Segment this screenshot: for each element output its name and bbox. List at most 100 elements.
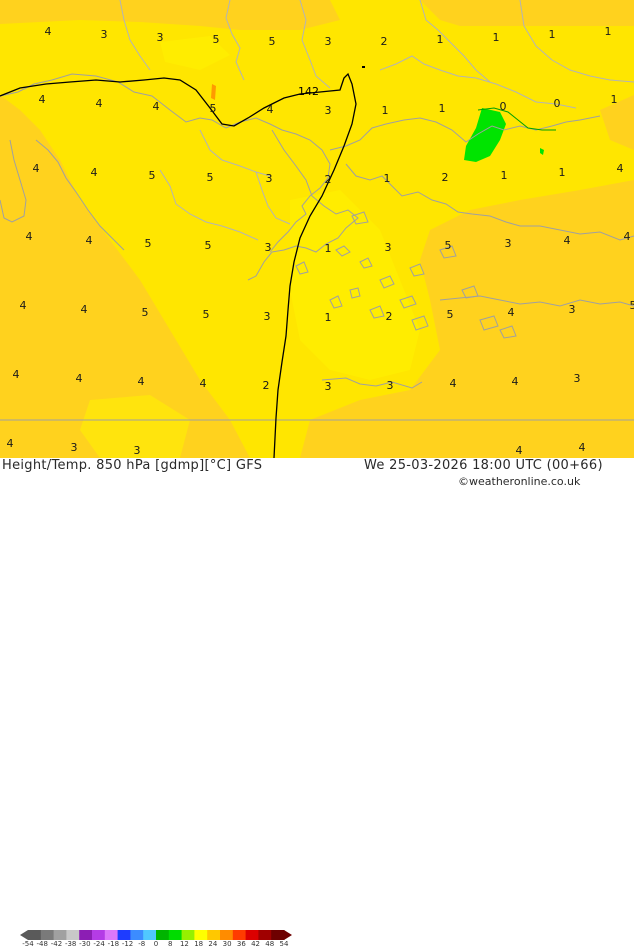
- colorbar-segment: [105, 930, 118, 940]
- temperature-value-label: 3: [325, 35, 332, 48]
- colorbar-tick-label: 12: [180, 940, 189, 948]
- colorbar-tick-label: 8: [168, 940, 172, 948]
- temperature-value-label: 0: [500, 100, 507, 113]
- temperature-value-label: 2: [325, 173, 332, 186]
- temperature-value-label: 3: [387, 379, 394, 392]
- temperature-value-label: 4: [76, 372, 83, 385]
- temperature-value-label: 0: [554, 97, 561, 110]
- weather-map-page: 142 433553211114445431100144553212114445…: [0, 0, 634, 490]
- colorbar-tick-label: -12: [122, 940, 133, 948]
- temperature-value-label: 1: [549, 28, 556, 41]
- temperature-value-label: 4: [91, 166, 98, 179]
- colorbar-tick-label: 48: [265, 940, 274, 948]
- map-footer: Height/Temp. 850 hPa [gdmp][°C] GFS We 2…: [0, 458, 634, 490]
- temperature-value-label: 2: [442, 171, 449, 184]
- temperature-value-label: 4: [33, 162, 40, 175]
- colorbar-segment: [28, 930, 41, 940]
- colorbar-right-arrow: [284, 930, 292, 940]
- temperature-value-label: 4: [564, 234, 571, 247]
- colorbar-tick-label: -24: [93, 940, 104, 948]
- temperature-value-label: 4: [508, 306, 515, 319]
- temperature-value-label: 3: [264, 310, 271, 323]
- contour-label: 142: [298, 85, 319, 98]
- colorbar-tick-label: -54: [22, 940, 33, 948]
- temperature-value-label: 4: [20, 299, 27, 312]
- colorbar-tick-label: -18: [108, 940, 119, 948]
- temperature-value-label: 4: [153, 100, 160, 113]
- temperature-value-label: 1: [384, 172, 391, 185]
- temperature-value-label: 5: [145, 237, 152, 250]
- temperature-value-label: 4: [26, 230, 33, 243]
- temperature-value-label: 1: [501, 169, 508, 182]
- temperature-value-label: 5: [142, 306, 149, 319]
- temperature-value-label: 3: [157, 31, 164, 44]
- temperature-value-label: 4: [516, 444, 523, 457]
- colorbar-tick-label: -42: [51, 940, 62, 948]
- temperature-value-label: 2: [386, 310, 393, 323]
- temperature-value-label: 4: [86, 234, 93, 247]
- temperature-value-label: 5: [213, 33, 220, 46]
- colorbar-tick-label: -8: [138, 940, 145, 948]
- colorbar-segment: [258, 930, 271, 940]
- colorbar-tick-label: -30: [79, 940, 90, 948]
- colorbar-segment: [233, 930, 246, 940]
- source-credit[interactable]: ©weatheronline.co.uk: [458, 475, 580, 488]
- temperature-value-label: 3: [385, 241, 392, 254]
- temperature-value-label: 5: [630, 299, 634, 312]
- colorbar-segment: [220, 930, 233, 940]
- temperature-value-label: 5: [445, 239, 452, 252]
- colorbar-tick-label: 42: [251, 940, 260, 948]
- temperature-value-label: 4: [267, 103, 274, 116]
- colorbar-segment: [41, 930, 54, 940]
- colorbar-tick-label: 0: [154, 940, 158, 948]
- temperature-value-label: 3: [101, 28, 108, 41]
- temperature-value-label: 4: [39, 93, 46, 106]
- temperature-value-label: 3: [574, 372, 581, 385]
- temperature-value-label: 1: [382, 104, 389, 117]
- temperature-value-label: 5: [205, 239, 212, 252]
- temperature-value-label: 4: [200, 377, 207, 390]
- colorbar-segment: [207, 930, 220, 940]
- temperature-value-label: 1: [559, 166, 566, 179]
- temperature-value-label: 5: [447, 308, 454, 321]
- colorbar-segment: [271, 930, 284, 940]
- colorbar-segment: [130, 930, 143, 940]
- temperature-value-label: 1: [325, 242, 332, 255]
- temperature-value-label: 3: [265, 241, 272, 254]
- temperature-value-label: 5: [269, 35, 276, 48]
- temperature-value-label: 3: [266, 172, 273, 185]
- temperature-value-label: 1: [439, 102, 446, 115]
- temperature-value-label: 3: [505, 237, 512, 250]
- temperature-value-label: 4: [450, 377, 457, 390]
- colorbar-tick-label: -48: [37, 940, 48, 948]
- temperature-value-label: 3: [325, 104, 332, 117]
- colorbar-segment: [118, 930, 131, 940]
- temperature-value-label: 3: [71, 441, 78, 454]
- temperature-value-label: 1: [611, 93, 618, 106]
- temperature-value-label: 4: [7, 437, 14, 450]
- colorbar-tick-label: 24: [208, 940, 217, 948]
- temperature-value-label: 1: [605, 25, 612, 38]
- colorbar-segment: [194, 930, 207, 940]
- temperature-value-label: 4: [81, 303, 88, 316]
- forecast-datetime: We 25-03-2026 18:00 UTC (00+66): [364, 458, 603, 473]
- colorbar-tick-label: -38: [65, 940, 76, 948]
- station-marker: [362, 66, 365, 68]
- colorbar-tick-labels: -54-48-42-38-30-24-18-12-808121824303642…: [20, 940, 292, 948]
- temperature-value-label: 4: [617, 162, 624, 175]
- colorbar-segment: [143, 930, 156, 940]
- temperature-value-label: 4: [624, 230, 631, 243]
- temperature-colorbar: [20, 930, 292, 940]
- temperature-value-label: 1: [437, 33, 444, 46]
- colorbar-segment: [66, 930, 79, 940]
- temperature-value-label: 4: [45, 25, 52, 38]
- colorbar-segment: [79, 930, 92, 940]
- temperature-value-label: 5: [203, 308, 210, 321]
- temperature-value-label: 4: [13, 368, 20, 381]
- temperature-value-label: 2: [263, 379, 270, 392]
- colorbar-left-arrow: [20, 930, 28, 940]
- temperature-value-label: 4: [138, 375, 145, 388]
- temperature-value-label: 5: [207, 171, 214, 184]
- temperature-value-label: 1: [493, 31, 500, 44]
- colorbar-segment: [246, 930, 259, 940]
